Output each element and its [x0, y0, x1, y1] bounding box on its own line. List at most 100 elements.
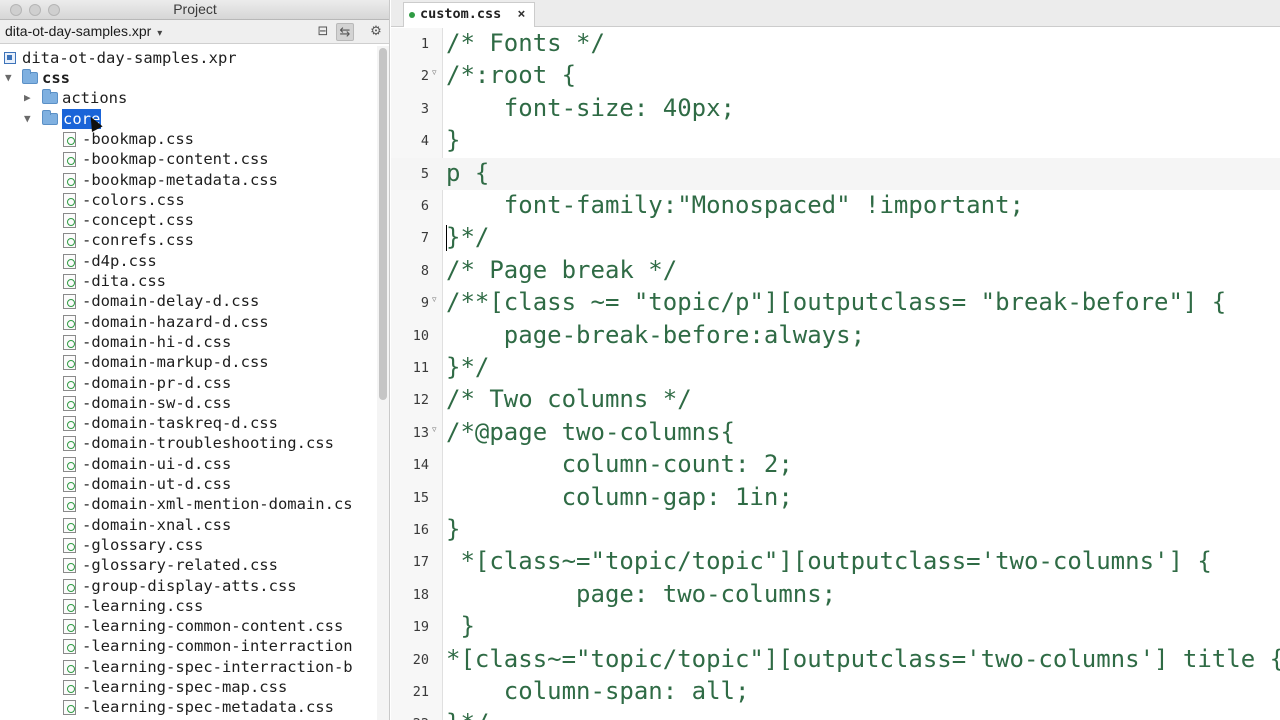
code-line[interactable]: 15 column-gap: 1in;: [391, 482, 1280, 514]
code-line[interactable]: 1 /* Fonts */: [391, 28, 1280, 60]
line-number: 4: [420, 133, 429, 150]
tree-file-item[interactable]: -learning-common-interraction: [0, 636, 376, 656]
code-line-text: page: two-columns;: [446, 579, 837, 608]
tree-file-item[interactable]: -concept.css: [0, 210, 376, 230]
code-line[interactable]: 12 /* Two columns */: [391, 384, 1280, 416]
tree-item-label: -learning-spec-interraction-b: [82, 657, 353, 676]
css-file-icon: [63, 537, 76, 553]
code-line[interactable]: 5 p {: [391, 157, 1280, 190]
code-line[interactable]: 13 ▿ /*@page two-columns{: [391, 417, 1280, 449]
tree-file-item[interactable]: -bookmap-metadata.css: [0, 170, 376, 190]
line-number: 3: [420, 100, 429, 117]
tree-folder-item[interactable]: ▼ css: [0, 68, 376, 88]
tree-file-item[interactable]: -domain-troubleshooting.css: [0, 433, 376, 453]
code-line[interactable]: 9 ▿ /**[class ~= "topic/p"][outputclass= "…: [391, 287, 1280, 319]
code-line[interactable]: 10 page-break-before:always;: [391, 320, 1280, 352]
code-line[interactable]: 11}*/: [391, 352, 1280, 384]
collapse-arrow-icon[interactable]: ▶: [24, 88, 31, 108]
code-line[interactable]: 14 column-count: 2;: [391, 449, 1280, 481]
code-line[interactable]: 2 ▿ /*:root {: [391, 60, 1280, 92]
tree-file-item[interactable]: -glossary-related.css: [0, 555, 376, 575]
tree-item-label: -domain-taskreq-d.css: [82, 414, 278, 433]
fold-toggle-icon[interactable]: ▿: [432, 68, 437, 78]
code-line[interactable]: 22}*/: [391, 708, 1280, 720]
tree-file-item[interactable]: -domain-markup-d.css: [0, 352, 376, 372]
line-number: 13: [412, 424, 429, 441]
code-line[interactable]: 8 /* Page break */: [391, 255, 1280, 287]
code-line[interactable]: 21 column-span: all;: [391, 676, 1280, 708]
tree-file-item[interactable]: -learning-common-content.css: [0, 616, 376, 636]
fold-toggle-icon[interactable]: ▿: [432, 295, 437, 305]
tree-root-project[interactable]: dita-ot-day-samples.xpr: [0, 48, 376, 68]
tab-custom-css[interactable]: custom.css ×: [403, 2, 535, 27]
project-toolbar: dita-ot-day-samples.xpr ▾ ⊟ ⇆ ⚙: [0, 20, 389, 44]
code-line-text: /* Two columns */: [446, 385, 692, 414]
tree-file-item[interactable]: -domain-ui-d.css: [0, 454, 376, 474]
code-line[interactable]: 7}*/: [391, 222, 1280, 254]
css-file-icon: [63, 477, 76, 492]
tree-folder-item[interactable]: ▼ core: [0, 108, 376, 129]
css-file-icon: [63, 659, 76, 675]
tree-file-item[interactable]: -glossary.css: [0, 535, 376, 555]
css-file-icon: [63, 619, 76, 635]
code-line-text: p {: [446, 158, 490, 187]
link-with-editor-icon[interactable]: ⇆: [336, 23, 354, 41]
project-selector[interactable]: dita-ot-day-samples.xpr ▾: [5, 23, 162, 39]
tree-file-item[interactable]: -domain-hi-d.css: [0, 332, 376, 352]
tree-file-item[interactable]: -bookmap.css: [0, 129, 376, 149]
tree-item-label: -learning-common-content.css: [82, 617, 344, 636]
code-area[interactable]: 1/* Fonts */2 ▿/*:root {3 font-size: 40px…: [391, 28, 1280, 720]
line-number: 1: [420, 36, 429, 52]
line-number: 11: [412, 360, 429, 376]
fold-toggle-icon[interactable]: ▿: [432, 425, 437, 435]
tree-file-item[interactable]: -d4p.css: [0, 251, 376, 271]
tree-file-item[interactable]: -colors.css: [0, 190, 376, 210]
tree-file-item[interactable]: -domain-sw-d.css: [0, 393, 376, 413]
tree-file-item[interactable]: -learning-spec-map.css: [0, 677, 376, 697]
code-line[interactable]: 19 }: [391, 611, 1280, 643]
tree-folder-item[interactable]: ▶ actions: [0, 88, 376, 108]
code-line[interactable]: 3 font-size: 40px;: [391, 93, 1280, 125]
settings-gear-icon[interactable]: ⚙: [367, 23, 385, 41]
tab-close-icon[interactable]: ×: [517, 6, 525, 22]
line-number: 12: [412, 392, 429, 409]
css-file-icon: [63, 314, 76, 330]
expand-arrow-icon[interactable]: ▼: [24, 109, 31, 129]
css-file-icon: [63, 639, 76, 655]
code-line-text: *[class~="topic/topic"][outputclass='two…: [446, 644, 1280, 673]
tree-file-item[interactable]: -learning.css: [0, 596, 376, 616]
code-line[interactable]: 4}: [391, 125, 1280, 157]
tree-item-label: -d4p.css: [82, 251, 157, 270]
tree-file-item[interactable]: -conrefs.css: [0, 230, 376, 250]
tree-file-item[interactable]: -domain-hazard-d.css: [0, 312, 376, 332]
tree-item-label: -domain-sw-d.css: [82, 393, 232, 412]
css-file-icon: [63, 355, 76, 371]
tree-file-item[interactable]: -domain-ut-d.css: [0, 474, 376, 494]
tree-file-item[interactable]: -group-display-atts.css: [0, 576, 376, 596]
collapse-all-icon[interactable]: ⊟: [314, 23, 332, 41]
tree-file-item[interactable]: -domain-xml-mention-domain.cs: [0, 494, 376, 514]
tree-file-item[interactable]: -learning-spec-metadata.css: [0, 697, 376, 717]
code-line[interactable]: 6 font-family:"Monospaced" !important;: [391, 190, 1280, 222]
css-file-icon: [63, 497, 76, 513]
css-file-icon: [63, 192, 76, 208]
tree-file-item[interactable]: -learning-spec-interraction-b: [0, 657, 376, 677]
code-line[interactable]: 16}: [391, 514, 1280, 546]
folder-icon: [42, 89, 58, 105]
tree-scrollbar-thumb[interactable]: [379, 48, 387, 400]
tree-file-item[interactable]: -domain-taskreq-d.css: [0, 413, 376, 433]
code-line[interactable]: 17 *[class~="topic/topic"][outputclass='…: [391, 546, 1280, 578]
code-line-text: column-gap: 1in;: [446, 482, 793, 511]
expand-arrow-icon[interactable]: ▼: [5, 68, 12, 88]
tree-file-item[interactable]: -domain-delay-d.css: [0, 291, 376, 311]
tree-item-label: -domain-ui-d.css: [82, 454, 232, 473]
line-number: 9: [420, 295, 429, 312]
css-file-icon: [63, 680, 76, 695]
code-line-text: /*@page two-columns{: [446, 417, 735, 446]
tree-file-item[interactable]: -bookmap-content.css: [0, 149, 376, 169]
code-line[interactable]: 20 *[class~="topic/topic"][outputclass='t…: [391, 644, 1280, 676]
tree-file-item[interactable]: -dita.css: [0, 271, 376, 291]
tree-file-item[interactable]: -domain-pr-d.css: [0, 373, 376, 393]
code-line[interactable]: 18 page: two-columns;: [391, 579, 1280, 611]
tree-file-item[interactable]: -domain-xnal.css: [0, 515, 376, 535]
